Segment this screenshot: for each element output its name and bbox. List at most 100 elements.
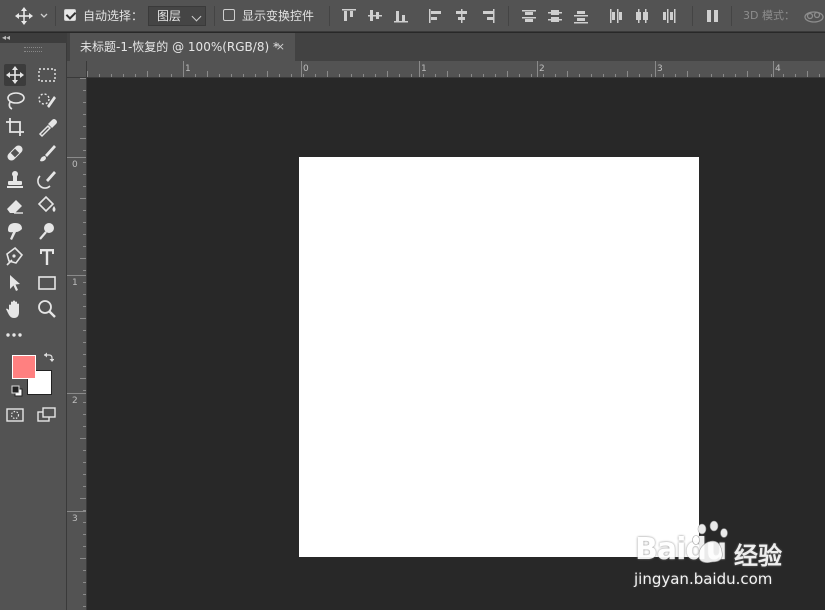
ruler-major-tick [67, 275, 86, 276]
panel-grip[interactable] [24, 47, 42, 52]
ruler-tick [80, 78, 86, 79]
align-left-icon[interactable] [428, 8, 444, 24]
ruler-tick [83, 222, 86, 223]
ruler-tick [123, 74, 124, 77]
align-bottom-icon[interactable] [393, 8, 409, 24]
align-hcenter-icon[interactable] [454, 8, 470, 24]
more-tools[interactable] [4, 324, 26, 346]
ruler-tick [291, 74, 292, 77]
ruler-tick [651, 74, 652, 77]
ruler-tick [339, 74, 340, 77]
swap-colors-icon[interactable] [42, 351, 54, 363]
distribute-hcenter-icon[interactable] [634, 8, 650, 24]
brush-icon [40, 145, 56, 162]
ruler-tick [243, 74, 244, 77]
marquee-tool[interactable] [36, 64, 58, 86]
paint-bucket-tool[interactable] [36, 194, 58, 216]
distribute-top-icon[interactable] [521, 8, 537, 24]
bucket-icon [37, 195, 56, 213]
ruler-tick [83, 426, 86, 427]
history-brush-tool[interactable] [36, 168, 58, 190]
distribute-right-icon[interactable] [660, 8, 676, 24]
screen-mode-button[interactable] [36, 404, 58, 426]
ruler-tick [83, 234, 86, 235]
zoom-tool[interactable] [36, 298, 58, 320]
ruler-major-tick [67, 157, 86, 158]
type-tool[interactable] [36, 246, 58, 268]
ruler-label: 0 [303, 64, 309, 74]
hand-tool[interactable] [4, 298, 26, 320]
ruler-tick [80, 498, 86, 499]
ruler-corner[interactable] [67, 61, 87, 78]
ruler-tick [83, 414, 86, 415]
ruler-tick [255, 74, 256, 77]
3d-orbit-icon[interactable] [803, 7, 825, 25]
ruler-tick [83, 582, 86, 583]
dodge-tool[interactable] [36, 220, 58, 242]
collapse-panel-button[interactable]: ◂◂ [0, 33, 67, 43]
quick-select-tool[interactable] [36, 90, 58, 112]
ruler-tick [80, 138, 86, 139]
move-tool-preset-button[interactable] [14, 7, 48, 25]
document-tab[interactable]: 未标题-1-恢复的 @ 100%(RGB/8) * × [70, 33, 295, 61]
auto-select-checkbox[interactable] [64, 9, 76, 21]
distribute-left-icon[interactable] [608, 8, 624, 24]
show-transform-checkbox[interactable] [223, 9, 235, 21]
ruler-tick [711, 74, 712, 77]
eraser-tool[interactable] [4, 194, 26, 216]
distribute-bottom-icon[interactable] [573, 8, 589, 24]
ruler-tick [327, 71, 328, 77]
ruler-tick [219, 74, 220, 77]
move-icon [6, 66, 24, 84]
ruler-tick [447, 71, 448, 77]
ruler-tick [83, 522, 86, 523]
ruler-major-tick [67, 511, 86, 512]
ruler-tick [135, 74, 136, 77]
ruler-tick [819, 74, 820, 77]
ruler-label: 2 [72, 396, 78, 406]
arrow-icon [10, 275, 20, 291]
move-tool[interactable] [4, 64, 26, 86]
align-right-icon[interactable] [480, 8, 496, 24]
close-icon[interactable]: × [276, 33, 285, 61]
foreground-color-swatch[interactable] [12, 355, 36, 379]
crop-tool[interactable] [4, 116, 26, 138]
align-top-icon[interactable] [341, 8, 357, 24]
quick-mask-icon [6, 408, 24, 422]
hand-icon [6, 300, 19, 318]
ruler-tick [315, 74, 316, 77]
healing-tool[interactable] [4, 142, 26, 164]
distribute-vcenter-icon[interactable] [547, 8, 563, 24]
path-select-tool[interactable] [4, 272, 26, 294]
layer-select-dropdown[interactable]: 图层 [148, 6, 206, 26]
quick-mask-button[interactable] [4, 404, 26, 426]
horizontal-ruler[interactable]: 1 0 1 2 3 4 [87, 61, 825, 78]
auto-align-icon[interactable] [705, 8, 721, 24]
default-colors-icon[interactable] [11, 385, 23, 397]
brush-tool[interactable] [36, 142, 58, 164]
rectangle-icon [38, 276, 56, 290]
shape-tool[interactable] [36, 272, 58, 294]
ruler-tick [87, 71, 88, 77]
align-vcenter-icon[interactable] [367, 8, 383, 24]
ruler-tick [80, 198, 86, 199]
stamp-tool[interactable] [4, 168, 26, 190]
blur-tool[interactable] [4, 220, 26, 242]
auto-select-label: 自动选择： [83, 9, 144, 23]
ruler-tick [83, 354, 86, 355]
ruler-tick [83, 114, 86, 115]
lasso-tool[interactable] [4, 90, 26, 112]
ruler-tick [171, 74, 172, 77]
eyedropper-tool[interactable] [36, 116, 58, 138]
ruler-label: 3 [72, 514, 78, 524]
baidu-watermark: Baidu 经验 jingyan.baidu.com [630, 520, 825, 610]
marquee-icon [38, 68, 56, 82]
ruler-tick [435, 74, 436, 77]
ruler-tick [567, 71, 568, 77]
vertical-ruler[interactable]: 0 1 2 3 [67, 78, 87, 610]
document-canvas[interactable] [299, 157, 699, 557]
pen-tool[interactable] [4, 246, 26, 268]
ruler-label: 0 [72, 160, 78, 170]
ruler-tick [207, 71, 208, 77]
ruler-tick [83, 174, 86, 175]
